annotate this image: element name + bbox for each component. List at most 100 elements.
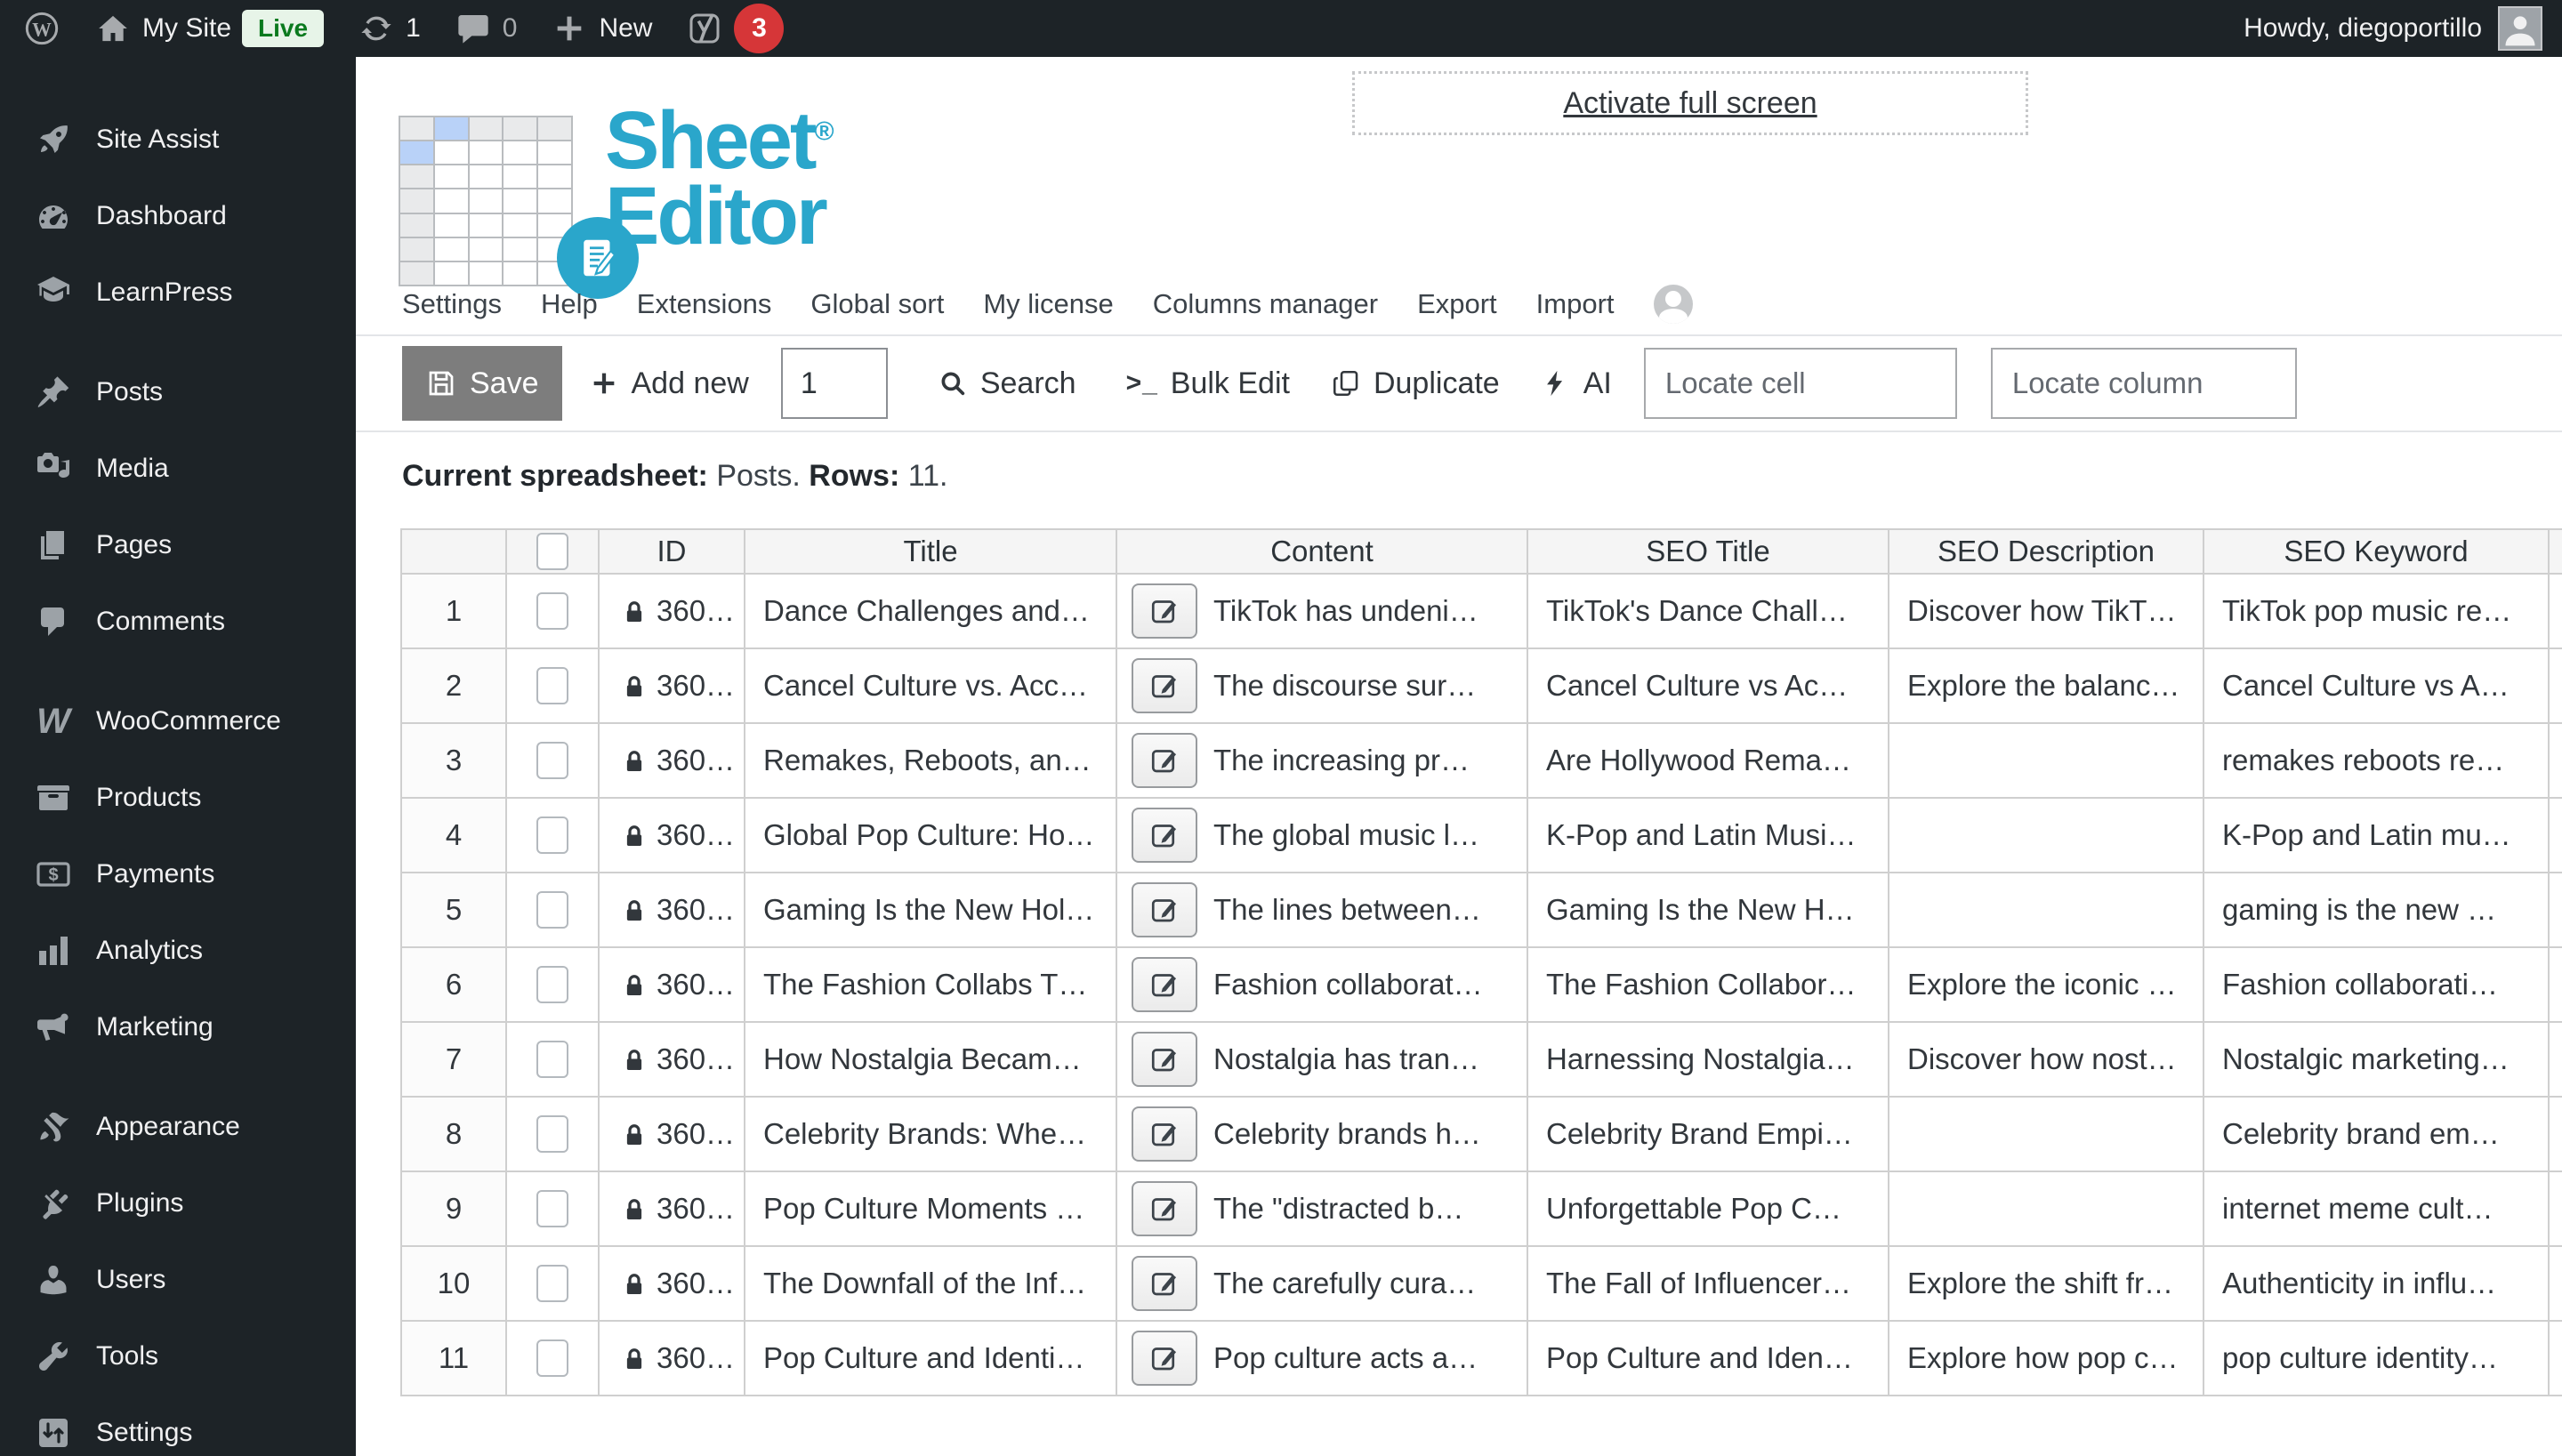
add-rows-count-input[interactable] (780, 348, 888, 419)
row-checkbox[interactable] (536, 1339, 568, 1378)
title-cell[interactable]: Cancel Culture vs. Acc… (744, 648, 1117, 724)
updates-indicator[interactable]: 1 (358, 10, 421, 47)
overflow-cell[interactable] (2548, 946, 2562, 1023)
row-checkbox[interactable] (536, 667, 568, 705)
comments-indicator[interactable]: 0 (455, 10, 517, 47)
edit-content-button[interactable] (1132, 1256, 1197, 1311)
id-cell[interactable]: 360… (598, 722, 745, 799)
edit-content-button[interactable] (1132, 1032, 1197, 1087)
menu-my-license[interactable]: My license (983, 288, 1113, 320)
save-button[interactable]: Save (402, 346, 562, 421)
row-checkbox[interactable] (536, 816, 568, 855)
id-cell[interactable]: 360… (598, 1245, 745, 1322)
seo-title-cell[interactable]: K-Pop and Latin Musi… (1527, 797, 1889, 873)
row-checkbox[interactable] (536, 966, 568, 1004)
menu-user-avatar-icon[interactable] (1653, 285, 1693, 324)
new-content-button[interactable]: New (551, 10, 652, 47)
seo-title-cell[interactable]: Cancel Culture vs Ac… (1527, 648, 1889, 724)
yoast-seo-indicator[interactable]: 3 (686, 4, 785, 53)
sidebar-item-media[interactable]: Media (0, 430, 356, 507)
content-cell[interactable]: Pop culture acts a… (1116, 1320, 1528, 1396)
locate-column-input[interactable] (1990, 348, 2297, 419)
column-header-seo-description[interactable]: SEO Description (1888, 528, 2204, 575)
overflow-cell[interactable] (2548, 1320, 2562, 1396)
seo-description-cell[interactable] (1888, 872, 2204, 948)
title-cell[interactable]: Gaming Is the New Hol… (744, 872, 1117, 948)
menu-settings[interactable]: Settings (402, 288, 502, 320)
sidebar-item-analytics[interactable]: Analytics (0, 913, 356, 989)
sidebar-item-woocommerce[interactable]: W WooCommerce (0, 683, 356, 760)
content-cell[interactable]: The global music l… (1116, 797, 1528, 873)
sidebar-item-users[interactable]: Users (0, 1242, 356, 1318)
sidebar-item-comments[interactable]: Comments (0, 583, 356, 660)
seo-keyword-cell[interactable]: K-Pop and Latin mu… (2203, 797, 2550, 873)
sidebar-item-marketing[interactable]: Marketing (0, 989, 356, 1066)
column-header-title[interactable]: Title (744, 528, 1117, 575)
overflow-cell[interactable] (2548, 573, 2562, 649)
title-cell[interactable]: Remakes, Reboots, an… (744, 722, 1117, 799)
activate-fullscreen-link[interactable]: Activate full screen (1563, 86, 1817, 121)
edit-content-button[interactable] (1132, 808, 1197, 863)
column-header-content[interactable]: Content (1116, 528, 1528, 575)
edit-content-button[interactable] (1132, 583, 1197, 639)
edit-content-button[interactable] (1132, 658, 1197, 713)
sidebar-item-learnpress[interactable]: LearnPress (0, 254, 356, 331)
row-checkbox[interactable] (536, 1115, 568, 1154)
overflow-cell[interactable] (2548, 1170, 2562, 1247)
seo-keyword-cell[interactable]: Nostalgic marketing… (2203, 1021, 2550, 1098)
sidebar-item-payments[interactable]: $ Payments (0, 836, 356, 913)
seo-title-cell[interactable]: Are Hollywood Rema… (1527, 722, 1889, 799)
duplicate-button[interactable]: Duplicate (1331, 366, 1500, 401)
content-cell[interactable]: Nostalgia has tran… (1116, 1021, 1528, 1098)
bulk-edit-button[interactable]: >_ Bulk Edit (1126, 366, 1290, 401)
seo-keyword-cell[interactable]: TikTok pop music re… (2203, 573, 2550, 649)
id-cell[interactable]: 360… (598, 1021, 745, 1098)
add-new-button[interactable]: Add new (589, 366, 749, 401)
seo-description-cell[interactable]: Explore the shift fr… (1888, 1245, 2204, 1322)
seo-description-cell[interactable]: Explore the balanc… (1888, 648, 2204, 724)
title-cell[interactable]: Celebrity Brands: Whe… (744, 1096, 1117, 1172)
row-number[interactable]: 8 (400, 1096, 507, 1172)
content-cell[interactable]: The "distracted b… (1116, 1170, 1528, 1247)
row-number[interactable]: 1 (400, 573, 507, 649)
id-cell[interactable]: 360… (598, 573, 745, 649)
menu-columns-manager[interactable]: Columns manager (1153, 288, 1378, 320)
seo-description-cell[interactable]: Explore the iconic … (1888, 946, 2204, 1023)
seo-keyword-cell[interactable]: internet meme cult… (2203, 1170, 2550, 1247)
ai-button[interactable]: AI (1541, 366, 1612, 401)
overflow-cell[interactable] (2548, 648, 2562, 724)
id-cell[interactable]: 360… (598, 1320, 745, 1396)
seo-title-cell[interactable]: Gaming Is the New H… (1527, 872, 1889, 948)
seo-keyword-cell[interactable]: remakes reboots re… (2203, 722, 2550, 799)
row-checkbox[interactable] (536, 592, 568, 631)
sidebar-item-tools[interactable]: Tools (0, 1318, 356, 1395)
overflow-cell[interactable] (2548, 872, 2562, 948)
user-avatar[interactable] (2498, 6, 2542, 51)
seo-title-cell[interactable]: Harnessing Nostalgia… (1527, 1021, 1889, 1098)
overflow-cell[interactable] (2548, 1245, 2562, 1322)
sidebar-item-settings[interactable]: Settings (0, 1395, 356, 1456)
seo-title-cell[interactable]: Unforgettable Pop C… (1527, 1170, 1889, 1247)
seo-description-cell[interactable]: Discover how nost… (1888, 1021, 2204, 1098)
column-header-seo-keyword[interactable]: SEO Keyword (2203, 528, 2550, 575)
edit-content-button[interactable] (1132, 733, 1197, 788)
seo-keyword-cell[interactable]: Authenticity in influ… (2203, 1245, 2550, 1322)
title-cell[interactable]: The Downfall of the Inf… (744, 1245, 1117, 1322)
seo-title-cell[interactable]: TikTok's Dance Chall… (1527, 573, 1889, 649)
seo-title-cell[interactable]: The Fashion Collabor… (1527, 946, 1889, 1023)
row-number[interactable]: 9 (400, 1170, 507, 1247)
search-button[interactable]: Search (938, 366, 1076, 401)
overflow-cell[interactable] (2548, 722, 2562, 799)
title-cell[interactable]: Global Pop Culture: Ho… (744, 797, 1117, 873)
edit-content-button[interactable] (1132, 1181, 1197, 1236)
menu-import[interactable]: Import (1536, 288, 1615, 320)
id-cell[interactable]: 360… (598, 1096, 745, 1172)
seo-description-cell[interactable] (1888, 722, 2204, 799)
sidebar-item-site-assist[interactable]: Site Assist (0, 101, 356, 178)
row-checkbox[interactable] (536, 1265, 568, 1303)
column-header-seo-title[interactable]: SEO Title (1527, 528, 1889, 575)
title-cell[interactable]: Pop Culture and Identi… (744, 1320, 1117, 1396)
content-cell[interactable]: The increasing pr… (1116, 722, 1528, 799)
edit-content-button[interactable] (1132, 882, 1197, 937)
sidebar-item-dashboard[interactable]: Dashboard (0, 178, 356, 254)
